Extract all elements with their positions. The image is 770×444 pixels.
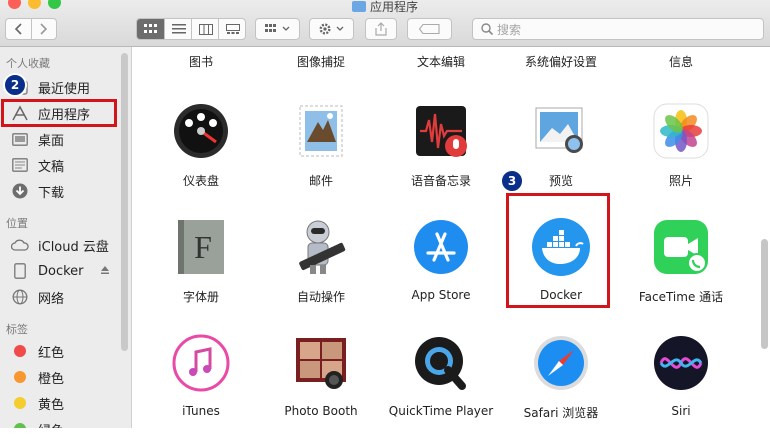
grid-icon <box>143 24 157 33</box>
app-books-label[interactable]: 图书 <box>141 53 261 70</box>
list-icon <box>171 24 186 34</box>
eject-icon[interactable] <box>100 264 110 279</box>
sidebar-tag-yellow[interactable]: 黄色 <box>10 392 64 414</box>
view-mode-control <box>136 18 246 40</box>
group-by-button[interactable] <box>255 18 300 40</box>
tags-header: 标签 <box>6 323 28 336</box>
gallery-view-button[interactable] <box>218 19 246 39</box>
chevron-left-icon <box>14 23 22 35</box>
desktop-icon <box>10 131 30 147</box>
cloud-icon <box>10 237 30 253</box>
gallery-icon <box>225 23 240 34</box>
columns-icon <box>198 23 213 35</box>
step-2-badge: 2 <box>3 73 27 97</box>
chevron-right-icon <box>40 23 48 35</box>
app-store-icon <box>414 220 468 274</box>
download-icon <box>10 183 30 199</box>
search-placeholder: 搜索 <box>497 23 522 37</box>
network-icon <box>10 289 30 305</box>
app-app-store[interactable]: App Store <box>381 218 501 328</box>
green-tag-dot-icon <box>14 423 26 428</box>
preview-icon <box>535 107 583 153</box>
photo-booth-icon <box>296 338 346 389</box>
mail-icon <box>299 105 343 157</box>
app-messages-label[interactable]: 信息 <box>621 53 741 70</box>
app-mail[interactable]: 邮件 <box>261 102 381 212</box>
sidebar-item-downloads[interactable]: 下载 <box>10 180 64 202</box>
step-3-badge: 3 <box>500 169 524 193</box>
yellow-tag-dot-icon <box>14 397 26 409</box>
dashboard-icon <box>174 104 228 158</box>
app-system-preferences-label[interactable]: 系统偏好设置 <box>501 53 621 70</box>
app-textedit-label[interactable]: 文本编辑 <box>381 53 501 70</box>
app-automator[interactable]: 自动操作 <box>261 218 381 328</box>
sidebar-item-desktop[interactable]: 桌面 <box>10 128 64 150</box>
voice-memos-icon <box>416 106 467 157</box>
icon-view-button[interactable] <box>137 19 164 39</box>
action-menu-button[interactable] <box>309 18 354 40</box>
font-book-icon: F <box>178 220 224 274</box>
folder-icon <box>351 1 366 12</box>
docker-highlight-box <box>506 193 610 308</box>
applications-highlight-box <box>1 99 117 127</box>
documents-icon <box>10 157 30 173</box>
window-title: 应用程序 <box>0 0 770 15</box>
svg-text:F: F <box>194 229 212 265</box>
itunes-icon <box>172 334 230 392</box>
sidebar-item-icloud[interactable]: iCloud 云盘 <box>10 234 109 256</box>
facetime-icon <box>654 220 708 274</box>
orange-tag-dot-icon <box>14 371 26 383</box>
automator-icon <box>299 220 346 274</box>
sidebar-scrollbar[interactable] <box>121 53 128 351</box>
back-button[interactable] <box>6 19 32 39</box>
app-voice-memos[interactable]: 语音备忘录 <box>381 102 501 212</box>
siri-icon <box>654 336 708 390</box>
list-view-button[interactable] <box>164 19 192 39</box>
forward-button[interactable] <box>31 19 56 39</box>
edit-tags-button[interactable] <box>407 18 452 40</box>
sidebar-tag-green[interactable]: 绿色 <box>10 418 64 428</box>
locations-header: 位置 <box>6 217 28 230</box>
search-icon <box>481 23 493 35</box>
sidebar-item-docker[interactable]: Docker <box>10 260 120 282</box>
sidebar-item-network[interactable]: 网络 <box>10 286 64 308</box>
app-image-capture-label[interactable]: 图像捕捉 <box>261 53 381 70</box>
photos-icon <box>653 103 709 159</box>
app-font-book[interactable]: F 字体册 <box>141 218 261 328</box>
search-field[interactable]: 搜索 <box>472 18 764 40</box>
app-facetime[interactable]: FaceTime 通话 <box>621 218 741 328</box>
favorites-header: 个人收藏 <box>6 57 50 70</box>
quicktime-icon <box>415 337 466 390</box>
column-view-button[interactable] <box>191 19 219 39</box>
tag-icon <box>418 24 440 34</box>
content-scrollbar[interactable] <box>761 239 768 349</box>
sidebar-tag-red[interactable]: 红色 <box>10 340 64 362</box>
group-grid-icon <box>264 24 289 32</box>
gear-icon <box>318 23 343 35</box>
disk-icon <box>10 263 30 279</box>
sidebar-item-documents[interactable]: 文稿 <box>10 154 64 176</box>
app-photos[interactable]: 照片 <box>621 102 741 212</box>
share-button[interactable] <box>365 18 397 40</box>
nav-buttons <box>5 18 57 40</box>
sidebar-tag-orange[interactable]: 橙色 <box>10 366 64 388</box>
share-icon <box>375 22 387 36</box>
safari-compass-icon <box>534 336 588 390</box>
title-bar: 应用程序 搜索 <box>0 0 770 47</box>
red-tag-dot-icon <box>14 345 26 357</box>
app-dashboard[interactable]: 仪表盘 <box>141 102 261 212</box>
